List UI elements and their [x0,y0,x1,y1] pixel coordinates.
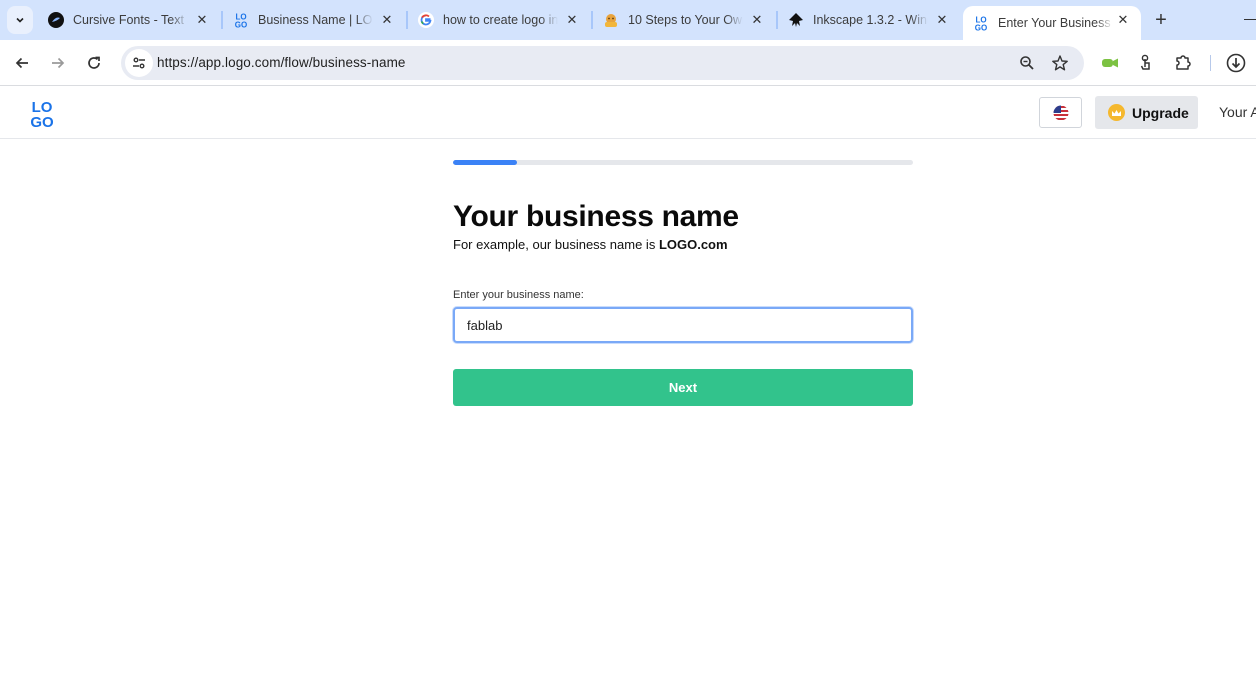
minimize-window-button[interactable] [1244,19,1256,20]
upgrade-button[interactable]: Upgrade [1095,96,1198,129]
tab-search-button[interactable] [7,6,33,34]
us-flag-icon [1053,105,1068,120]
close-icon[interactable]: ✕ [194,12,210,28]
svg-text:GO: GO [235,21,247,29]
browser-tab[interactable]: 10 Steps to Your Own Logo ✕ [593,0,775,40]
address-bar[interactable]: https://app.logo.com/flow/business-name [121,46,1084,80]
browser-tab[interactable]: Inkscape 1.3.2 - Windows ✕ [778,0,960,40]
business-name-form: Your business name For example, our busi… [453,160,913,406]
progress-bar-fill [453,160,518,165]
business-name-input[interactable] [453,307,913,343]
browser-toolbar: https://app.logo.com/flow/business-name [0,40,1256,86]
tab-title: Cursive Fonts - Text & Symbols [73,13,188,27]
extensions-puzzle-icon[interactable] [1172,52,1194,74]
arrow-right-icon [52,57,65,69]
site-header: LO GO Upgrade Your Account [0,87,1256,139]
site-info-button[interactable] [125,49,153,77]
reload-button[interactable] [82,51,106,75]
close-icon[interactable]: ✕ [1115,12,1131,28]
google-favicon-icon [418,12,434,28]
logo-home-link[interactable]: LO GO [26,97,58,129]
inkscape-favicon-icon [788,12,804,28]
tune-icon [133,57,145,69]
cursive-fonts-favicon-icon [48,12,64,28]
logo-favicon-icon: LO GO [233,12,249,29]
back-button[interactable] [10,51,34,75]
toolbar-divider [1210,55,1211,71]
subtitle-example: LOGO.com [658,237,728,252]
logo-favicon-icon: LO GO [973,15,989,32]
progress-bar [453,160,913,165]
next-button[interactable]: Next [453,369,913,406]
page-subtitle: For example, our business name is LOGO.c… [453,237,913,252]
tab-title: 10 Steps to Your Own Logo [628,13,743,27]
bookmark-star-icon[interactable] [1050,53,1070,73]
forward-button[interactable] [46,51,70,75]
download-icon[interactable] [1225,52,1247,74]
emoji-favicon-icon [603,12,619,28]
your-account-link[interactable]: Your Account [1219,104,1256,120]
close-icon[interactable]: ✕ [749,12,765,28]
tab-title: Enter Your Business Name [998,16,1113,30]
url-text[interactable]: https://app.logo.com/flow/business-name [157,55,406,70]
business-name-label: Enter your business name: [453,289,584,301]
new-tab-button[interactable]: + [1151,10,1171,30]
browser-tab[interactable]: how to create logo in inkscape ✕ [408,0,590,40]
arrow-left-icon [15,57,28,69]
browser-tab[interactable]: LOGO Business Name | LOGO.com ✕ [223,0,405,40]
chevron-down-icon [16,17,24,23]
touch-extension-icon[interactable] [1135,52,1157,74]
browser-tab-strip: Cursive Fonts - Text & Symbols ✕ LOGO Bu… [0,0,1256,40]
tab-title: Business Name | LOGO.com [258,13,373,27]
subtitle-text: For example, our business name is [453,237,659,252]
meet-extension-icon[interactable] [1099,52,1121,74]
page-title: Your business name [453,200,739,233]
tab-title: how to create logo in inkscape [443,13,558,27]
browser-tab[interactable]: Cursive Fonts - Text & Symbols ✕ [38,0,220,40]
reload-icon [88,56,100,69]
svg-text:GO: GO [975,24,987,32]
tab-title: Inkscape 1.3.2 - Windows [813,13,928,27]
crown-icon [1108,104,1125,121]
browser-tab-active[interactable]: LOGO Enter Your Business Name ✕ [963,6,1141,40]
language-selector[interactable] [1039,97,1082,128]
close-icon[interactable]: ✕ [379,12,395,28]
zoom-icon[interactable] [1017,53,1037,73]
close-icon[interactable]: ✕ [564,12,580,28]
upgrade-label: Upgrade [1132,104,1189,121]
logo-bottom-text: GO [30,114,54,129]
close-icon[interactable]: ✕ [934,12,950,28]
